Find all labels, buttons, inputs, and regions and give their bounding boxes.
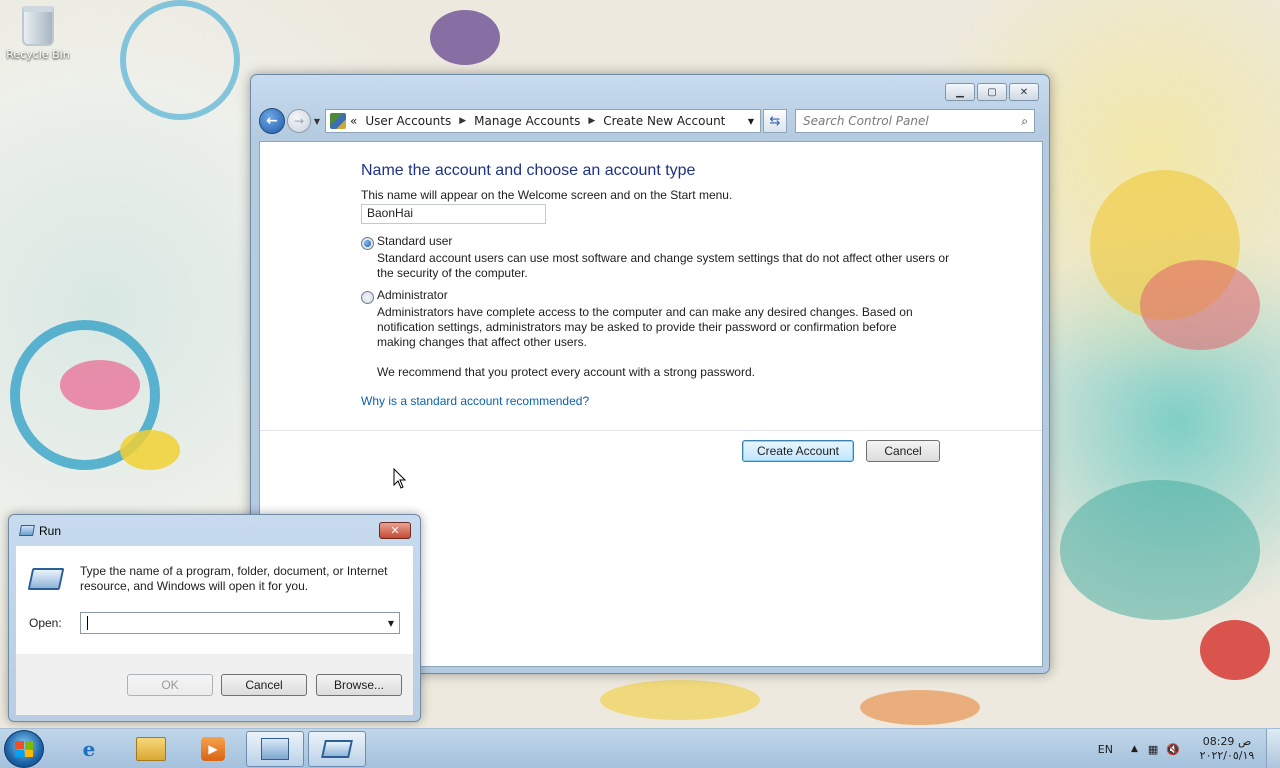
cancel-button[interactable]: Cancel <box>221 674 307 696</box>
back-arrow-icon[interactable]: ← <box>259 108 285 134</box>
divider <box>260 430 1042 431</box>
search-icon[interactable]: ⌕ <box>1021 114 1028 129</box>
wallpaper-shape <box>60 360 140 410</box>
run-dialog: Run ✕ Type the name of a program, folder… <box>8 514 421 722</box>
create-account-button[interactable]: Create Account <box>742 440 854 462</box>
cancel-button[interactable]: Cancel <box>866 440 940 462</box>
ok-button[interactable]: OK <box>127 674 213 696</box>
wallpaper-shape <box>1060 480 1260 620</box>
standard-user-radio[interactable] <box>361 237 374 250</box>
window-caption-buttons: ▁ ▢ ✕ <box>945 83 1039 101</box>
wallpaper-shape <box>120 430 180 470</box>
wallpaper-shape <box>1200 620 1270 680</box>
chevron-right-icon[interactable]: ▶ <box>588 116 595 126</box>
run-dialog-footer: OK Cancel Browse... <box>16 654 413 715</box>
open-combobox[interactable]: ▼ <box>80 612 400 634</box>
close-icon[interactable]: ✕ <box>379 522 411 539</box>
administrator-radio[interactable] <box>361 291 374 304</box>
start-button[interactable] <box>4 730 44 768</box>
clock[interactable]: 08:29 ص ٢٠٢٢/٠٥/١٩ <box>1188 735 1266 763</box>
media-player-icon[interactable]: ▶ <box>184 731 242 767</box>
name-hint: This name will appear on the Welcome scr… <box>361 188 733 202</box>
search-input[interactable]: Search Control Panel ⌕ <box>795 109 1035 133</box>
chevron-right-icon[interactable]: ▶ <box>459 116 466 126</box>
run-icon <box>19 525 35 536</box>
run-icon[interactable] <box>308 731 366 767</box>
volume-muted-icon[interactable]: 🔇 <box>1166 743 1180 756</box>
breadcrumb-create-new-account[interactable]: Create New Account <box>603 114 725 128</box>
password-recommendation: We recommend that you protect every acco… <box>377 365 755 379</box>
close-button[interactable]: ✕ <box>1009 83 1039 101</box>
run-icon <box>27 568 65 590</box>
browse-button[interactable]: Browse... <box>316 674 402 696</box>
wallpaper-shape <box>600 680 760 720</box>
clock-time: 08:29 ص <box>1202 735 1252 748</box>
wallpaper-shape <box>860 690 980 725</box>
file-explorer-icon[interactable] <box>122 731 180 767</box>
address-bar[interactable]: « User Accounts ▶ Manage Accounts ▶ Crea… <box>325 109 761 133</box>
navigation-bar: ← → ▼ « User Accounts ▶ Manage Accounts … <box>259 107 1043 135</box>
show-hidden-icons-icon[interactable]: ▲ <box>1131 744 1138 754</box>
wallpaper-shape <box>430 10 500 65</box>
page-title: Name the account and choose an account t… <box>361 162 696 179</box>
windows-logo-icon <box>15 741 33 757</box>
mouse-pointer-icon <box>393 468 407 489</box>
administrator-description: notification settings, administrators ma… <box>377 320 897 334</box>
internet-explorer-icon[interactable]: e <box>60 731 118 767</box>
breadcrumb-manage-accounts[interactable]: Manage Accounts <box>474 114 580 128</box>
wallpaper-shape <box>120 0 240 120</box>
run-dialog-body: Type the name of a program, folder, docu… <box>16 546 413 654</box>
text-caret <box>87 616 88 630</box>
recycle-bin-label: Recycle Bin <box>6 48 70 61</box>
recycle-bin-icon <box>22 6 54 46</box>
wallpaper-shape <box>1140 260 1260 350</box>
breadcrumb-user-accounts[interactable]: User Accounts <box>365 114 451 128</box>
account-name-field[interactable]: BaonHai <box>361 204 546 224</box>
control-panel-icon <box>330 113 346 129</box>
run-description: Type the name of a program, folder, docu… <box>80 564 388 578</box>
standard-user-label[interactable]: Standard user <box>377 234 452 249</box>
chevron-down-icon[interactable]: ▼ <box>748 117 754 126</box>
control-panel-icon[interactable] <box>246 731 304 767</box>
system-tray: EN ▲ ▦ 🔇 08:29 ص ٢٠٢٢/٠٥/١٩ <box>1098 729 1280 768</box>
run-description: resource, and Windows will open it for y… <box>80 579 309 593</box>
breadcrumb-prefix[interactable]: « <box>350 114 357 128</box>
administrator-description: making changes that affect other users. <box>377 335 587 349</box>
standard-user-description: the security of the computer. <box>377 266 528 280</box>
standard-user-description: Standard account users can use most soft… <box>377 251 950 265</box>
network-icon[interactable]: ▦ <box>1148 743 1158 756</box>
taskbar: e ▶ EN ▲ ▦ 🔇 08:29 ص ٢٠٢٢/٠٥/١٩ <box>0 728 1280 768</box>
show-desktop-button[interactable] <box>1266 729 1280 768</box>
language-indicator[interactable]: EN <box>1098 743 1113 756</box>
run-dialog-title: Run <box>39 524 62 538</box>
recycle-bin-shortcut[interactable]: Recycle Bin <box>4 6 72 61</box>
clock-date: ٢٠٢٢/٠٥/١٩ <box>1199 749 1255 762</box>
forward-arrow-icon[interactable]: → <box>287 109 311 133</box>
administrator-label[interactable]: Administrator <box>377 288 448 303</box>
maximize-button[interactable]: ▢ <box>977 83 1007 101</box>
search-placeholder: Search Control Panel <box>803 114 929 128</box>
recent-pages-dropdown[interactable]: ▼ <box>311 117 323 126</box>
administrator-description: Administrators have complete access to t… <box>377 305 913 319</box>
chevron-down-icon[interactable]: ▼ <box>388 619 394 628</box>
open-label: Open: <box>29 616 62 630</box>
refresh-icon[interactable]: ⇆ <box>763 109 787 133</box>
why-standard-account-link[interactable]: Why is a standard account recommended? <box>361 394 589 408</box>
minimize-button[interactable]: ▁ <box>945 83 975 101</box>
